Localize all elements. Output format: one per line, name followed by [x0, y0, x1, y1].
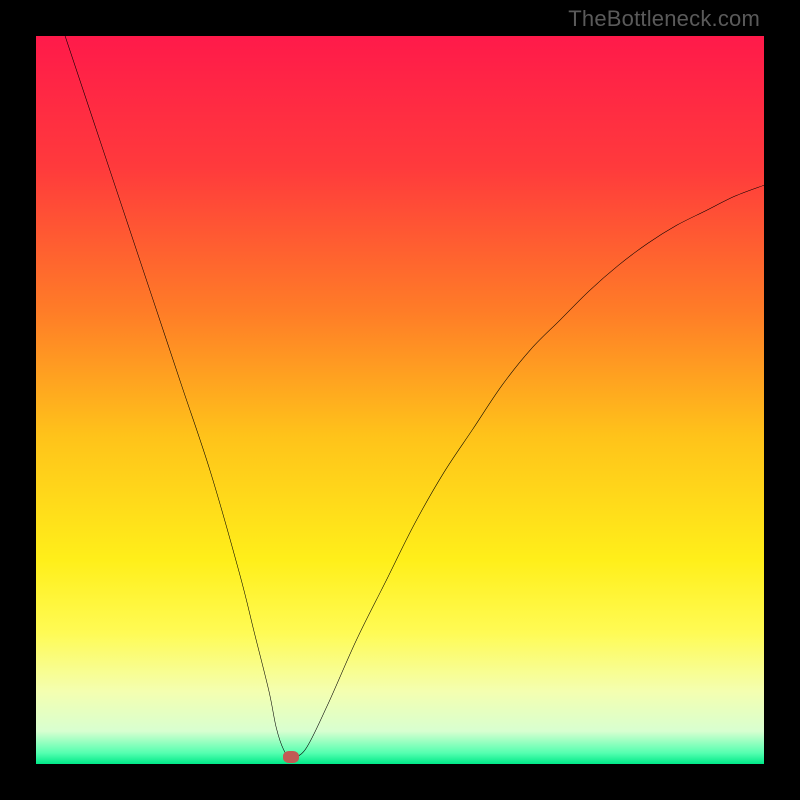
- optimal-point-marker: [283, 751, 299, 763]
- chart-frame: TheBottleneck.com: [0, 0, 800, 800]
- bottleneck-curve: [36, 36, 764, 764]
- plot-area: [36, 36, 764, 764]
- watermark-text: TheBottleneck.com: [568, 6, 760, 32]
